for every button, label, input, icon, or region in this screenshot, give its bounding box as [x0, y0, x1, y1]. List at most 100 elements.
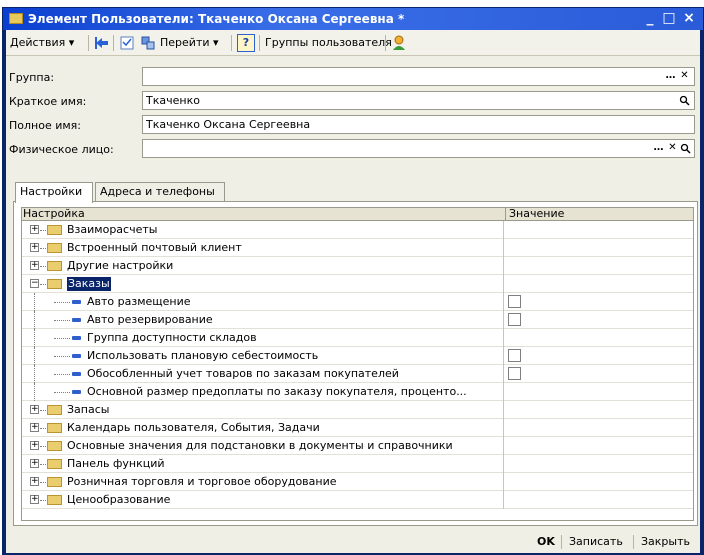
form-footer: OK Записать Закрыть: [6, 530, 700, 553]
tree-folder-row[interactable]: + Календарь пользователя, События, Задачи: [22, 419, 693, 437]
save-button[interactable]: Записать: [569, 535, 623, 548]
column-divider: [503, 329, 504, 347]
user-groups-button[interactable]: Группы пользователя: [265, 34, 392, 52]
short-name-field[interactable]: Ткаченко: [142, 91, 695, 110]
tree-item-row[interactable]: Использовать плановую себестоимость: [22, 347, 693, 365]
actions-menu[interactable]: Действия ▾: [10, 34, 74, 52]
folder-icon: [47, 225, 62, 235]
group-field[interactable]: … ✕: [142, 67, 695, 86]
tree-connector: [34, 293, 35, 311]
full-name-field[interactable]: Ткаченко Оксана Сергеевна: [142, 115, 695, 134]
tree-folder-row[interactable]: + Панель функций: [22, 455, 693, 473]
value-checkbox[interactable]: [508, 367, 521, 380]
tree-folder-row[interactable]: + Взаиморасчеты: [22, 221, 693, 239]
clipped-text-line: [0, 0, 704, 7]
select-ellipsis-button[interactable]: …: [652, 141, 665, 156]
tree-connector: [54, 320, 70, 321]
tree-connector: [40, 500, 46, 501]
column-divider: [503, 347, 504, 365]
folder-icon: [47, 495, 62, 505]
tab-addresses-phones[interactable]: Адреса и телефоны: [95, 182, 225, 202]
structure-icon[interactable]: [139, 34, 157, 52]
tree-row-label: Панель функций: [67, 457, 165, 470]
tree-row-label: Группа доступности складов: [87, 331, 257, 344]
maximize-button[interactable]: □: [660, 10, 678, 27]
expand-icon[interactable]: +: [30, 225, 39, 234]
tree-folder-row[interactable]: + Розничная торговля и торговое оборудова…: [22, 473, 693, 491]
tree-connector: [40, 464, 46, 465]
user-icon[interactable]: [390, 34, 408, 52]
tree-connector: [40, 410, 46, 411]
tree-connector: [40, 284, 46, 285]
clear-icon[interactable]: ✕: [666, 141, 679, 156]
close-button[interactable]: Закрыть: [641, 535, 690, 548]
column-divider: [503, 419, 504, 437]
tree-row-label: Взаиморасчеты: [67, 223, 158, 236]
tree-item-row[interactable]: Основной размер предоплаты по заказу пок…: [22, 383, 693, 401]
column-divider: [503, 239, 504, 257]
pick-left-icon[interactable]: [93, 34, 111, 52]
clear-icon[interactable]: ✕: [678, 69, 691, 84]
close-window-button[interactable]: ×: [680, 10, 698, 27]
tree-folder-row[interactable]: + Встроенный почтовый клиент: [22, 239, 693, 257]
tree-connector: [34, 365, 35, 383]
toolbar-separator: [385, 35, 386, 51]
title-bar[interactable]: Элемент Пользователи: Ткаченко Оксана Се…: [3, 8, 703, 30]
folder-icon: [47, 279, 62, 289]
column-header-setting[interactable]: Настройка: [23, 208, 85, 220]
tree-folder-row[interactable]: + Другие настройки: [22, 257, 693, 275]
expand-icon[interactable]: +: [30, 243, 39, 252]
window-title: Элемент Пользователи: Ткаченко Оксана Се…: [28, 12, 405, 26]
form-client-area: Действия ▾ Перейти ▾ ? Группы пользовате…: [6, 30, 700, 553]
toolbar-separator: [113, 35, 114, 51]
expand-icon[interactable]: +: [30, 405, 39, 414]
tree-item-row[interactable]: Группа доступности складов: [22, 329, 693, 347]
tree-folder-row[interactable]: + Ценообразование: [22, 491, 693, 509]
setting-item-icon: [72, 372, 81, 376]
collapse-icon[interactable]: −: [30, 279, 39, 288]
tree-row-label: Календарь пользователя, События, Задачи: [67, 421, 320, 434]
value-checkbox[interactable]: [508, 295, 521, 308]
value-checkbox[interactable]: [508, 349, 521, 362]
person-field[interactable]: … ✕: [142, 139, 695, 158]
search-icon[interactable]: [678, 93, 691, 108]
expand-icon[interactable]: +: [30, 441, 39, 450]
tree-folder-row[interactable]: − Заказы: [22, 275, 693, 293]
toolbar: Действия ▾ Перейти ▾ ? Группы пользовате…: [6, 30, 700, 56]
column-divider: [503, 383, 504, 401]
settings-grid[interactable]: Настройка Значение + Взаиморасчеты + Встрое…: [21, 207, 694, 521]
goto-menu[interactable]: Перейти ▾: [160, 34, 219, 52]
expand-icon[interactable]: +: [30, 477, 39, 486]
tree-connector: [40, 446, 46, 447]
expand-icon[interactable]: +: [30, 459, 39, 468]
column-header-value[interactable]: Значение: [505, 208, 693, 221]
tree-folder-row[interactable]: + Основные значения для подстановки в док…: [22, 437, 693, 455]
expand-icon[interactable]: +: [30, 423, 39, 432]
value-checkbox[interactable]: [508, 313, 521, 326]
expand-icon[interactable]: +: [30, 495, 39, 504]
help-button[interactable]: ?: [237, 34, 255, 52]
full-name-value: Ткаченко Оксана Сергеевна: [146, 118, 311, 131]
ok-button[interactable]: OK: [537, 535, 555, 548]
tree-connector: [54, 302, 70, 303]
short-name-value: Ткаченко: [146, 94, 200, 107]
tree-row-label: Авто размещение: [87, 295, 191, 308]
minimize-button[interactable]: _: [641, 10, 659, 27]
column-divider: [503, 455, 504, 473]
tree-item-row[interactable]: Авто резервирование: [22, 311, 693, 329]
tree-folder-row[interactable]: + Запасы: [22, 401, 693, 419]
tree-row-label: Обособленный учет товаров по заказам пок…: [87, 367, 399, 380]
column-divider: [503, 401, 504, 419]
expand-icon[interactable]: +: [30, 261, 39, 270]
document-list-icon[interactable]: [118, 34, 136, 52]
tree-item-row[interactable]: Обособленный учет товаров по заказам пок…: [22, 365, 693, 383]
search-icon[interactable]: [679, 141, 692, 156]
tab-settings[interactable]: Настройки: [15, 182, 93, 203]
toolbar-separator: [259, 35, 260, 51]
tree-item-row[interactable]: Авто размещение: [22, 293, 693, 311]
folder-icon: [47, 459, 62, 469]
footer-separator: [633, 535, 634, 549]
clipped-text: [6, 0, 10, 6]
folder-icon: [47, 477, 62, 487]
select-ellipsis-button[interactable]: …: [664, 69, 677, 84]
